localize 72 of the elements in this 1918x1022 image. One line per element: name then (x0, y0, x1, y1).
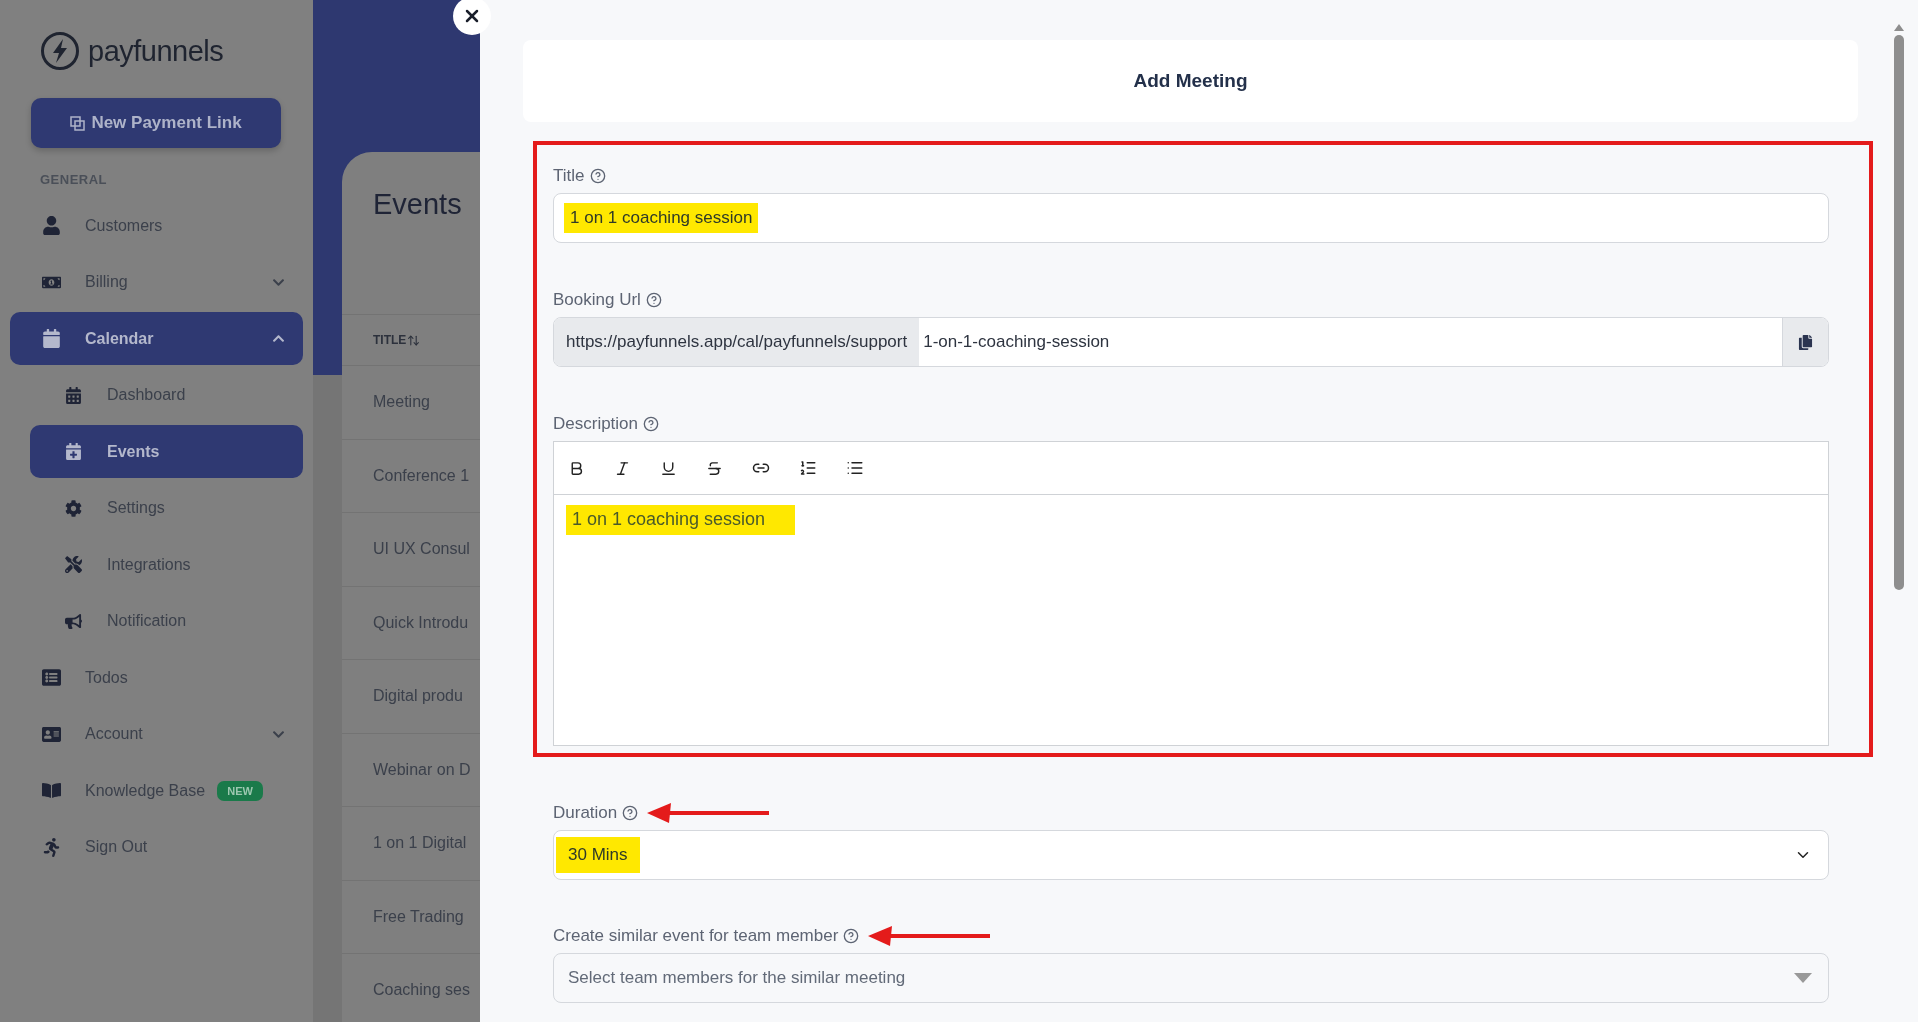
sort-icon[interactable] (407, 333, 421, 347)
strikethrough-button[interactable] (706, 459, 723, 477)
help-icon[interactable] (589, 168, 606, 184)
sidebar-item[interactable]: Knowledge Base NEW (10, 764, 303, 817)
sidebar-item[interactable]: Sign Out (10, 820, 303, 874)
table-cell: Webinar on D (373, 760, 471, 779)
table-cell: UI UX Consul (373, 540, 470, 559)
help-icon[interactable] (843, 928, 860, 944)
sidebar-subitem[interactable]: Notification (30, 594, 303, 648)
sidebar-subitem[interactable]: Dashboard (30, 368, 303, 422)
field-label: Duration (553, 803, 618, 823)
rich-text-editor[interactable]: 1 on 1 coaching session (553, 441, 1829, 746)
brand-name: payfunnels (88, 34, 224, 68)
id-card-icon (41, 724, 61, 744)
table-cell: Digital produ (373, 687, 463, 706)
booking-url-field[interactable]: https://payfunnels.app/cal/payfunnels/support 1-on-1-coaching-session (553, 317, 1829, 367)
field-label: Title (553, 166, 585, 186)
field-label: Booking Url (553, 290, 641, 310)
editor-text: 1 on 1 coaching session (566, 505, 796, 535)
new-payment-link-button[interactable]: New Payment Link (31, 98, 281, 148)
help-icon[interactable] (645, 292, 662, 308)
sidebar-subitem[interactable]: Integrations (30, 538, 303, 591)
ordered-list-button[interactable] (799, 459, 817, 477)
sidebar-subitem[interactable]: Events (30, 425, 303, 478)
calendar-plus-icon (64, 443, 82, 460)
sidebar-item[interactable]: Account (10, 707, 303, 761)
title-input[interactable]: 1 on 1 coaching session (553, 193, 1829, 243)
calendar-icon (41, 329, 61, 348)
page-title: Events (372, 187, 463, 222)
new-badge: NEW (217, 780, 263, 801)
select-placeholder: Select team members for the similar meeting (567, 968, 906, 988)
book-icon (41, 781, 61, 800)
scrollbar-thumb[interactable] (1894, 35, 1904, 590)
table-cell: Conference 1 (373, 466, 470, 485)
table-cell: Meeting (373, 393, 430, 412)
drawer-title: Add Meeting (1133, 70, 1248, 92)
table-cell: Free Trading (373, 907, 464, 926)
sidebar-item[interactable]: Calendar (10, 312, 303, 365)
calendar-grid-icon (64, 386, 82, 404)
copy-icon (1798, 334, 1813, 350)
table-cell: Coaching ses (373, 981, 470, 1000)
tools-icon (64, 556, 82, 573)
copy-outline-icon (70, 115, 86, 131)
table-cell: Quick Introdu (373, 613, 469, 632)
duration-select[interactable]: 30 Mins (553, 830, 1829, 880)
select-value: 30 Mins (556, 837, 640, 873)
megaphone-icon (64, 612, 82, 630)
sidebar-item[interactable]: Customers (10, 199, 303, 252)
user-icon (41, 216, 61, 235)
sidebar-item[interactable]: Billing (10, 255, 303, 309)
logo-icon (40, 31, 80, 71)
slug-value: 1-on-1-coaching-session (923, 331, 1110, 353)
copy-button[interactable] (1782, 318, 1828, 366)
running-person-icon (41, 837, 61, 857)
url-prefix: https://payfunnels.app/cal/payfunnels/support (554, 318, 920, 366)
sidebar-item[interactable]: Todos (10, 651, 303, 704)
help-icon[interactable] (643, 416, 660, 432)
input-value: 1 on 1 coaching session (564, 203, 759, 233)
help-icon[interactable] (622, 805, 639, 821)
list-icon (41, 668, 61, 687)
settings-icon (64, 499, 82, 517)
dropdown-caret-icon (1794, 973, 1812, 983)
italic-button[interactable] (614, 459, 631, 477)
field-label: Description (553, 414, 639, 434)
table-cell: 1 on 1 Digital (373, 834, 467, 853)
team-member-select[interactable]: Select team members for the similar meeting (553, 953, 1829, 1003)
column-header[interactable]: TITLE (373, 333, 407, 347)
bullet-list-button[interactable] (846, 459, 864, 477)
scroll-up-icon[interactable] (1894, 24, 1904, 31)
underline-button[interactable] (660, 459, 677, 477)
field-label: Create similar event for team member (553, 926, 839, 946)
sidebar-subitem[interactable]: Settings (30, 481, 303, 535)
